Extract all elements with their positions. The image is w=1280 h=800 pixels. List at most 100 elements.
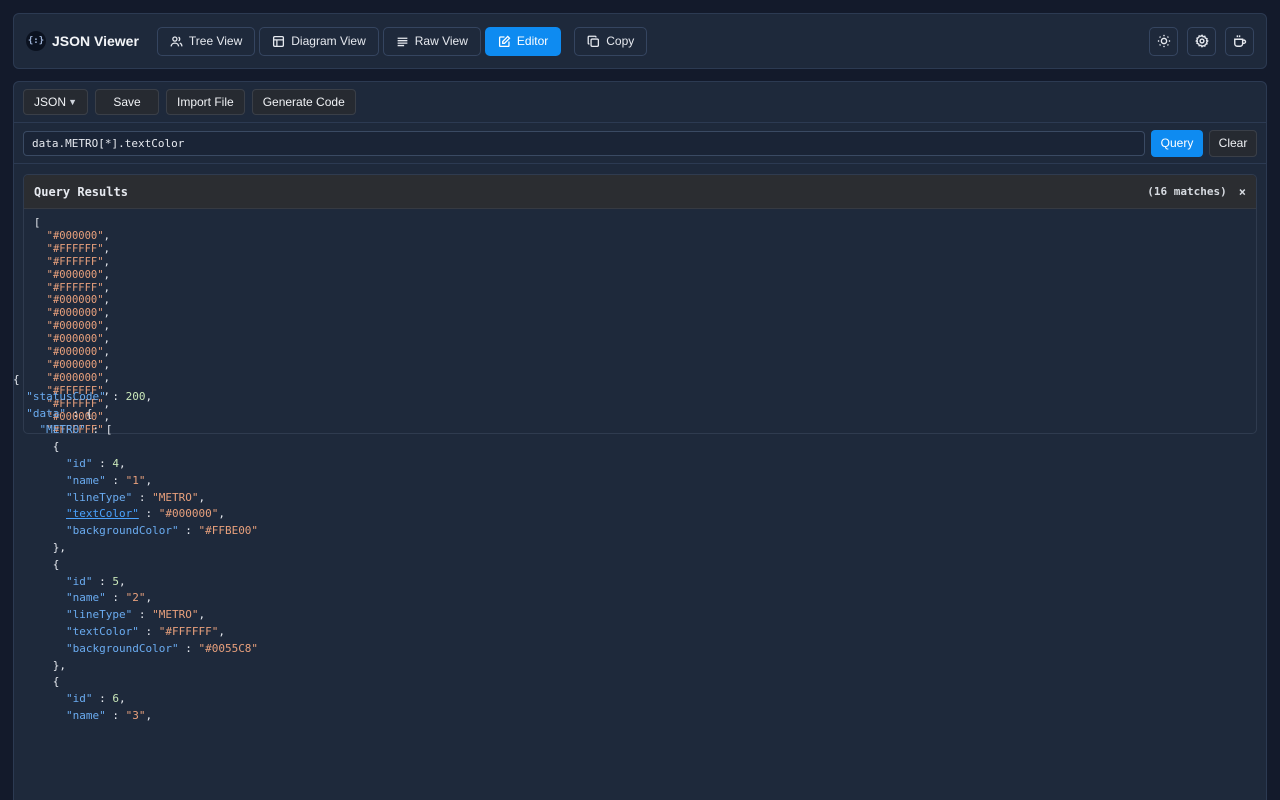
json-key[interactable]: "textColor": [66, 507, 139, 520]
editor-line: },: [52, 658, 66, 672]
editor-line: "lineType" : "METRO",: [65, 490, 206, 504]
editor-line: {: [52, 675, 60, 689]
result-item: "#FFFFFF",: [46, 242, 110, 255]
editor-line: "backgroundColor" : "#FFBE00": [65, 524, 259, 538]
save-button[interactable]: Save: [95, 89, 159, 115]
json-value: 5: [112, 574, 119, 588]
diagram-view-button[interactable]: Diagram View: [259, 26, 379, 56]
result-value: "#FFFFFF": [46, 281, 104, 294]
result-item: "#FFFFFF",: [46, 281, 110, 294]
editor-line: "statusCode" : 200,: [26, 389, 153, 403]
app-header: {:} JSON Viewer Tree View Diagram View R…: [13, 13, 1267, 69]
json-key: "statusCode": [26, 389, 106, 403]
json-key: "METRO": [39, 423, 86, 437]
result-item: "#000000",: [46, 294, 110, 307]
copy-button[interactable]: Copy: [574, 26, 648, 56]
result-value: "#000000": [46, 294, 104, 307]
result-item: "#000000",: [46, 229, 110, 242]
editor-line: "id" : 4,: [65, 456, 126, 470]
results-open-bracket: [: [34, 217, 41, 229]
coffee-icon: [1233, 35, 1246, 47]
editor-line: {: [52, 557, 60, 571]
json-key: "name": [65, 708, 106, 722]
close-icon[interactable]: ×: [1239, 185, 1246, 199]
result-item: "#000000",: [46, 358, 110, 371]
caret-down-icon: ▼: [68, 97, 77, 107]
result-item: "#000000",: [46, 307, 110, 320]
result-item: "#FFFFFF",: [46, 255, 110, 268]
json-value: "#0055C8": [198, 641, 259, 655]
raw-view-label: Raw View: [414, 34, 468, 48]
json-value: "2": [125, 591, 146, 605]
app-logo-icon: {:}: [26, 31, 46, 51]
result-value: "#000000": [46, 333, 104, 346]
json-value: {: [85, 406, 93, 420]
result-value: "#000000": [46, 346, 104, 359]
users-icon: [170, 35, 183, 46]
result-value: "#000000": [46, 307, 104, 320]
result-value: "#FFFFFF": [46, 242, 104, 255]
clear-button[interactable]: Clear: [1209, 129, 1257, 157]
json-value: "1": [125, 473, 146, 487]
brand: {:} JSON Viewer: [26, 31, 139, 51]
result-value: "#000000": [46, 320, 104, 333]
header-actions: [1149, 26, 1254, 56]
layout-icon: [273, 35, 285, 47]
editor-line: "name" : "2",: [65, 591, 153, 605]
editor-label: Editor: [516, 34, 549, 48]
lines-icon: [397, 37, 408, 46]
json-key: "lineType": [65, 490, 133, 504]
gear-icon: [1194, 34, 1209, 48]
editor-line: "name" : "3",: [65, 708, 153, 722]
json-value: 6: [112, 692, 119, 706]
query-input[interactable]: data.METRO[*].textColor: [23, 130, 1145, 156]
json-key: "id": [65, 692, 93, 706]
query-button[interactable]: Query: [1151, 129, 1203, 157]
format-select-value: JSON: [34, 95, 67, 109]
query-results-title: Query Results: [34, 184, 128, 199]
json-editor[interactable]: { "statusCode" : 200, "data" : { "METRO"…: [13, 372, 1213, 732]
editor-line: "data" : {: [26, 406, 93, 420]
result-value: "#000000": [46, 358, 104, 371]
coffee-button[interactable]: [1225, 26, 1254, 56]
match-count: (16 matches): [1147, 185, 1227, 198]
json-value: [: [105, 423, 113, 437]
editor-line: "textColor" : "#FFFFFF",: [65, 624, 225, 638]
editor-line: "textColor" : "#000000",: [65, 507, 225, 521]
result-item: "#000000",: [46, 268, 110, 281]
json-key: "textColor": [65, 624, 139, 638]
json-value: "METRO": [152, 490, 199, 504]
result-item: "#000000",: [46, 333, 110, 346]
json-key: "backgroundColor": [65, 524, 179, 538]
json-value: "#FFBE00": [198, 524, 259, 538]
raw-view-button[interactable]: Raw View: [382, 26, 481, 56]
query-results-header: Query Results (16 matches) ×: [24, 175, 1256, 209]
app-title: JSON Viewer: [52, 33, 139, 49]
generate-code-button[interactable]: Generate Code: [251, 89, 356, 115]
json-key: "name": [65, 591, 106, 605]
editor-line: "backgroundColor" : "#0055C8": [65, 641, 259, 655]
json-value: "METRO": [152, 608, 199, 622]
editor-line: },: [52, 540, 66, 554]
tree-view-label: Tree View: [188, 34, 243, 48]
toolbar: JSON ▼ Save Import File Generate Code: [14, 82, 1266, 123]
copy-icon: [587, 35, 600, 47]
json-key: "name": [65, 473, 106, 487]
format-select[interactable]: JSON ▼: [23, 89, 88, 115]
theme-toggle-button[interactable]: [1149, 26, 1178, 56]
editor-button[interactable]: Editor: [484, 26, 562, 56]
sun-icon: [1157, 34, 1170, 48]
result-value: "#000000": [46, 268, 104, 281]
tree-view-button[interactable]: Tree View: [156, 26, 256, 56]
result-item: "#000000",: [46, 346, 110, 359]
json-value: "#FFFFFF": [158, 624, 219, 638]
json-value: "3": [125, 708, 146, 722]
settings-button[interactable]: [1187, 26, 1216, 56]
diagram-view-label: Diagram View: [291, 34, 366, 48]
json-key: "id": [65, 574, 93, 588]
copy-label: Copy: [606, 34, 635, 48]
editor-line: "id" : 5,: [65, 574, 126, 588]
json-key: "id": [65, 456, 93, 470]
import-file-button[interactable]: Import File: [166, 89, 245, 115]
json-key: "backgroundColor": [65, 641, 179, 655]
